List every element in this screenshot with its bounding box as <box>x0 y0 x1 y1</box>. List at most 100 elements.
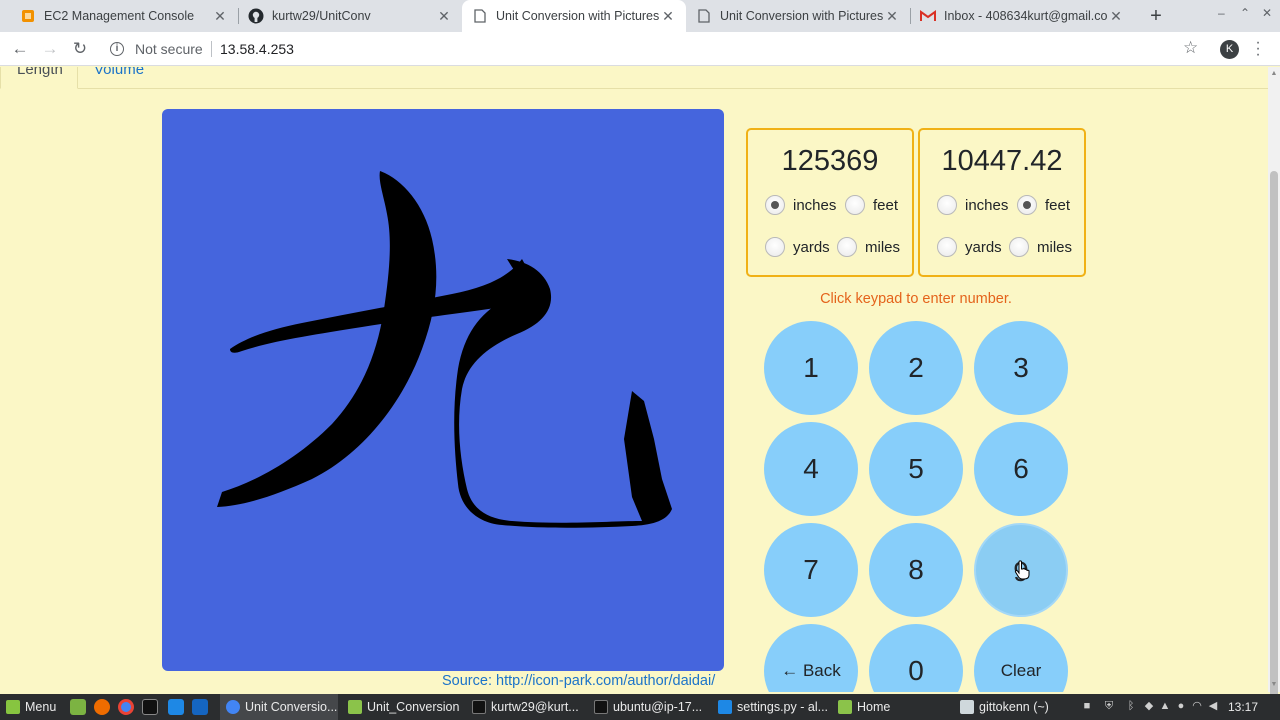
key-0-button[interactable]: 0 <box>869 624 963 692</box>
taskbar-window[interactable]: Home <box>832 694 950 720</box>
key-2-button[interactable]: 2 <box>869 321 963 415</box>
browser-menu-icon[interactable]: · · · <box>1254 35 1262 63</box>
radio-button-checked[interactable] <box>1017 195 1037 215</box>
input-radio-feet[interactable]: feet <box>845 195 898 215</box>
taskbar-clock[interactable]: 13:17 <box>1228 694 1258 720</box>
taskbar-window-label: gittokenn (~) <box>979 700 1049 714</box>
new-tab-button[interactable]: + <box>1144 4 1168 28</box>
tab-volume[interactable]: Volume <box>78 67 160 89</box>
input-radio-miles[interactable]: miles <box>837 237 900 257</box>
close-tab-icon[interactable]: ✕ <box>884 8 900 25</box>
browser-tab-title: Inbox - 408634kurt@gmail.com <box>944 9 1108 23</box>
wifi-tray-icon[interactable]: ◠ <box>1190 699 1204 713</box>
key-clear-button[interactable]: Clear <box>974 624 1068 692</box>
scroll-up-icon[interactable]: ▲ <box>1268 70 1280 77</box>
vlc-tray-icon[interactable]: ▲ <box>1158 699 1172 713</box>
close-tab-icon[interactable]: ✕ <box>436 8 452 25</box>
files-launcher-icon[interactable] <box>70 699 86 715</box>
minimize-icon[interactable]: – <box>1218 6 1225 20</box>
radio-button[interactable] <box>1009 237 1029 257</box>
scroll-down-icon[interactable]: ▼ <box>1268 681 1280 688</box>
folder-icon <box>348 700 362 714</box>
unit-type-tabs: Length Volume <box>0 67 1268 89</box>
radio-label: inches <box>793 196 837 214</box>
camera-tray-icon[interactable]: ■ <box>1080 699 1094 713</box>
taskbar-window[interactable]: gittokenn (~) <box>954 694 1072 720</box>
user-tray-icon[interactable]: ● <box>1174 699 1188 713</box>
forward-arrow-icon[interactable]: → <box>38 37 62 61</box>
terminal-launcher-icon[interactable] <box>142 699 158 715</box>
picture-source-link[interactable]: Source: http://icon-park.com/author/daid… <box>442 673 715 689</box>
key-6-button[interactable]: 6 <box>974 422 1068 516</box>
close-tab-icon[interactable]: ✕ <box>212 8 228 25</box>
radio-button[interactable] <box>845 195 865 215</box>
reload-icon[interactable]: ↻ <box>68 37 92 61</box>
radio-button[interactable] <box>937 237 957 257</box>
mysql-workbench-launcher-icon[interactable] <box>192 699 208 715</box>
back-arrow-icon[interactable]: ← <box>8 37 32 61</box>
menu-label: Menu <box>25 700 57 714</box>
taskbar-window-label: Unit Conversio... <box>245 700 338 714</box>
taskbar-window[interactable]: kurtw29@kurt... <box>466 694 584 720</box>
bookmark-star-icon[interactable]: ☆ <box>1183 38 1198 58</box>
taskbar-window[interactable]: Unit_Conversion <box>342 694 460 720</box>
shield-tray-icon[interactable]: ⛨ <box>1102 699 1116 713</box>
browser-tab-title: Unit Conversion with Pictures <box>496 9 660 23</box>
key-5-button[interactable]: 5 <box>869 422 963 516</box>
taskbar-window[interactable]: ubuntu@ip-17... <box>588 694 706 720</box>
chrome-icon <box>226 700 240 714</box>
output-radio-feet[interactable]: feet <box>1017 195 1070 215</box>
page-icon <box>696 8 712 24</box>
output-radio-inches[interactable]: inches <box>937 195 1008 215</box>
output-radio-yards[interactable]: yards <box>937 237 1002 257</box>
browser-tab-active[interactable]: Unit Conversion with Pictures ✕ <box>462 0 686 32</box>
bluetooth-tray-icon[interactable]: ᛒ <box>1124 699 1138 713</box>
radio-button[interactable] <box>837 237 857 257</box>
kanji-nine-image <box>217 171 672 528</box>
start-menu-button[interactable]: Menu <box>0 694 64 720</box>
firefox-launcher-icon[interactable] <box>94 699 110 715</box>
key-8-button[interactable]: 8 <box>869 523 963 617</box>
browser-tab[interactable]: EC2 Management Console ✕ <box>10 0 238 32</box>
profile-avatar[interactable]: K <box>1220 40 1239 59</box>
close-tab-icon[interactable]: ✕ <box>660 8 676 25</box>
taskbar-window[interactable]: settings.py - al... <box>712 694 830 720</box>
security-label[interactable]: Not secure <box>135 41 203 57</box>
browser-tab-strip: EC2 Management Console ✕ kurtw29/UnitCon… <box>0 0 1280 32</box>
browser-tab[interactable]: kurtw29/UnitConv ✕ <box>238 0 462 32</box>
volume-tray-icon[interactable]: ◀ <box>1206 699 1220 713</box>
update-tray-icon[interactable]: ◆ <box>1142 699 1156 713</box>
radio-label: feet <box>1045 196 1071 214</box>
radio-button[interactable] <box>765 237 785 257</box>
keypad-hint: Click keypad to enter number. <box>820 291 1012 307</box>
key-3-button[interactable]: 3 <box>974 321 1068 415</box>
close-window-icon[interactable]: ✕ <box>1262 6 1272 20</box>
input-radio-yards[interactable]: yards <box>765 237 830 257</box>
url-field[interactable]: 13.58.4.253 <box>220 41 294 57</box>
output-radio-miles[interactable]: miles <box>1009 237 1072 257</box>
close-tab-icon[interactable]: ✕ <box>1108 8 1124 25</box>
input-radio-inches[interactable]: inches <box>765 195 836 215</box>
browser-tab[interactable]: Inbox - 408634kurt@gmail.com ✕ <box>910 0 1134 32</box>
terminal-icon <box>594 700 608 714</box>
info-icon[interactable]: i <box>110 42 124 56</box>
maximize-icon[interactable]: ⌃ <box>1240 6 1250 20</box>
key-7-button[interactable]: 7 <box>764 523 858 617</box>
input-value: 125369 <box>781 145 879 177</box>
vscode-launcher-icon[interactable] <box>168 699 184 715</box>
key-1-button[interactable]: 1 <box>764 321 858 415</box>
chrome-launcher-icon[interactable] <box>118 699 134 715</box>
taskbar-window[interactable]: Unit Conversio... <box>220 694 338 720</box>
page-icon <box>472 8 488 24</box>
radio-button-checked[interactable] <box>765 195 785 215</box>
radio-label: inches <box>965 196 1009 214</box>
browser-tab[interactable]: Unit Conversion with Pictures ✕ <box>686 0 910 32</box>
scrollbar-thumb[interactable] <box>1270 171 1278 701</box>
key-4-button[interactable]: 4 <box>764 422 858 516</box>
conversion-picture <box>162 109 724 671</box>
page-scrollbar[interactable]: ▲ ▼ <box>1268 67 1280 701</box>
radio-button[interactable] <box>937 195 957 215</box>
key-back-button[interactable]: ← Back <box>764 624 858 692</box>
hand-cursor-icon <box>1014 560 1030 580</box>
tab-length[interactable]: Length <box>0 67 78 89</box>
